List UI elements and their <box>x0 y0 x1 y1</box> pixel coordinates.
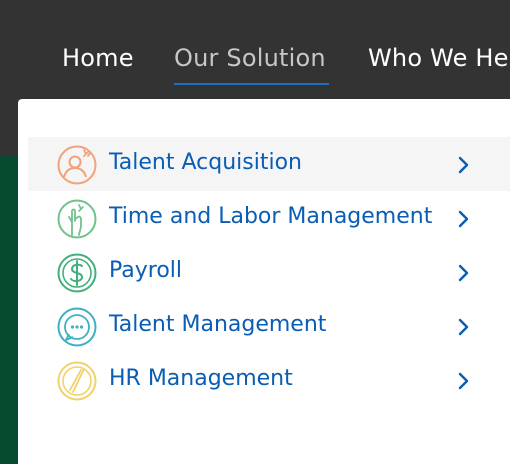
hr-management-compass-icon <box>57 361 97 401</box>
top-navigation: Home Our Solution Who We He <box>0 0 510 100</box>
nav-our-solution[interactable]: Our Solution <box>174 44 326 72</box>
talent-acquisition-icon <box>57 145 97 185</box>
menu-item-label: Payroll <box>109 258 183 283</box>
active-nav-underline <box>174 83 329 85</box>
menu-item-payroll[interactable]: Payroll <box>28 245 510 299</box>
menu-item-label: Talent Acquisition <box>109 150 302 175</box>
menu-item-label: HR Management <box>109 366 293 391</box>
menu-item-hr-management[interactable]: HR Management <box>28 353 510 407</box>
nav-who-we-help[interactable]: Who We He <box>368 44 509 72</box>
chevron-right-icon <box>458 156 469 174</box>
nav-home[interactable]: Home <box>62 44 134 72</box>
chevron-right-icon <box>458 372 469 390</box>
menu-item-talent-acquisition[interactable]: Talent Acquisition <box>28 137 510 191</box>
chevron-right-icon <box>458 318 469 336</box>
chevron-right-icon <box>458 210 469 228</box>
menu-item-talent-management[interactable]: Talent Management <box>28 299 510 353</box>
talent-management-chat-icon <box>57 307 97 347</box>
chevron-right-icon <box>458 264 469 282</box>
menu-item-label: Time and Labor Management <box>109 204 433 229</box>
menu-item-label: Talent Management <box>109 312 327 337</box>
menu-item-time-and-labor-management[interactable]: Time and Labor Management <box>28 191 510 245</box>
time-labor-hand-icon <box>57 199 97 239</box>
payroll-dollar-icon <box>57 253 97 293</box>
